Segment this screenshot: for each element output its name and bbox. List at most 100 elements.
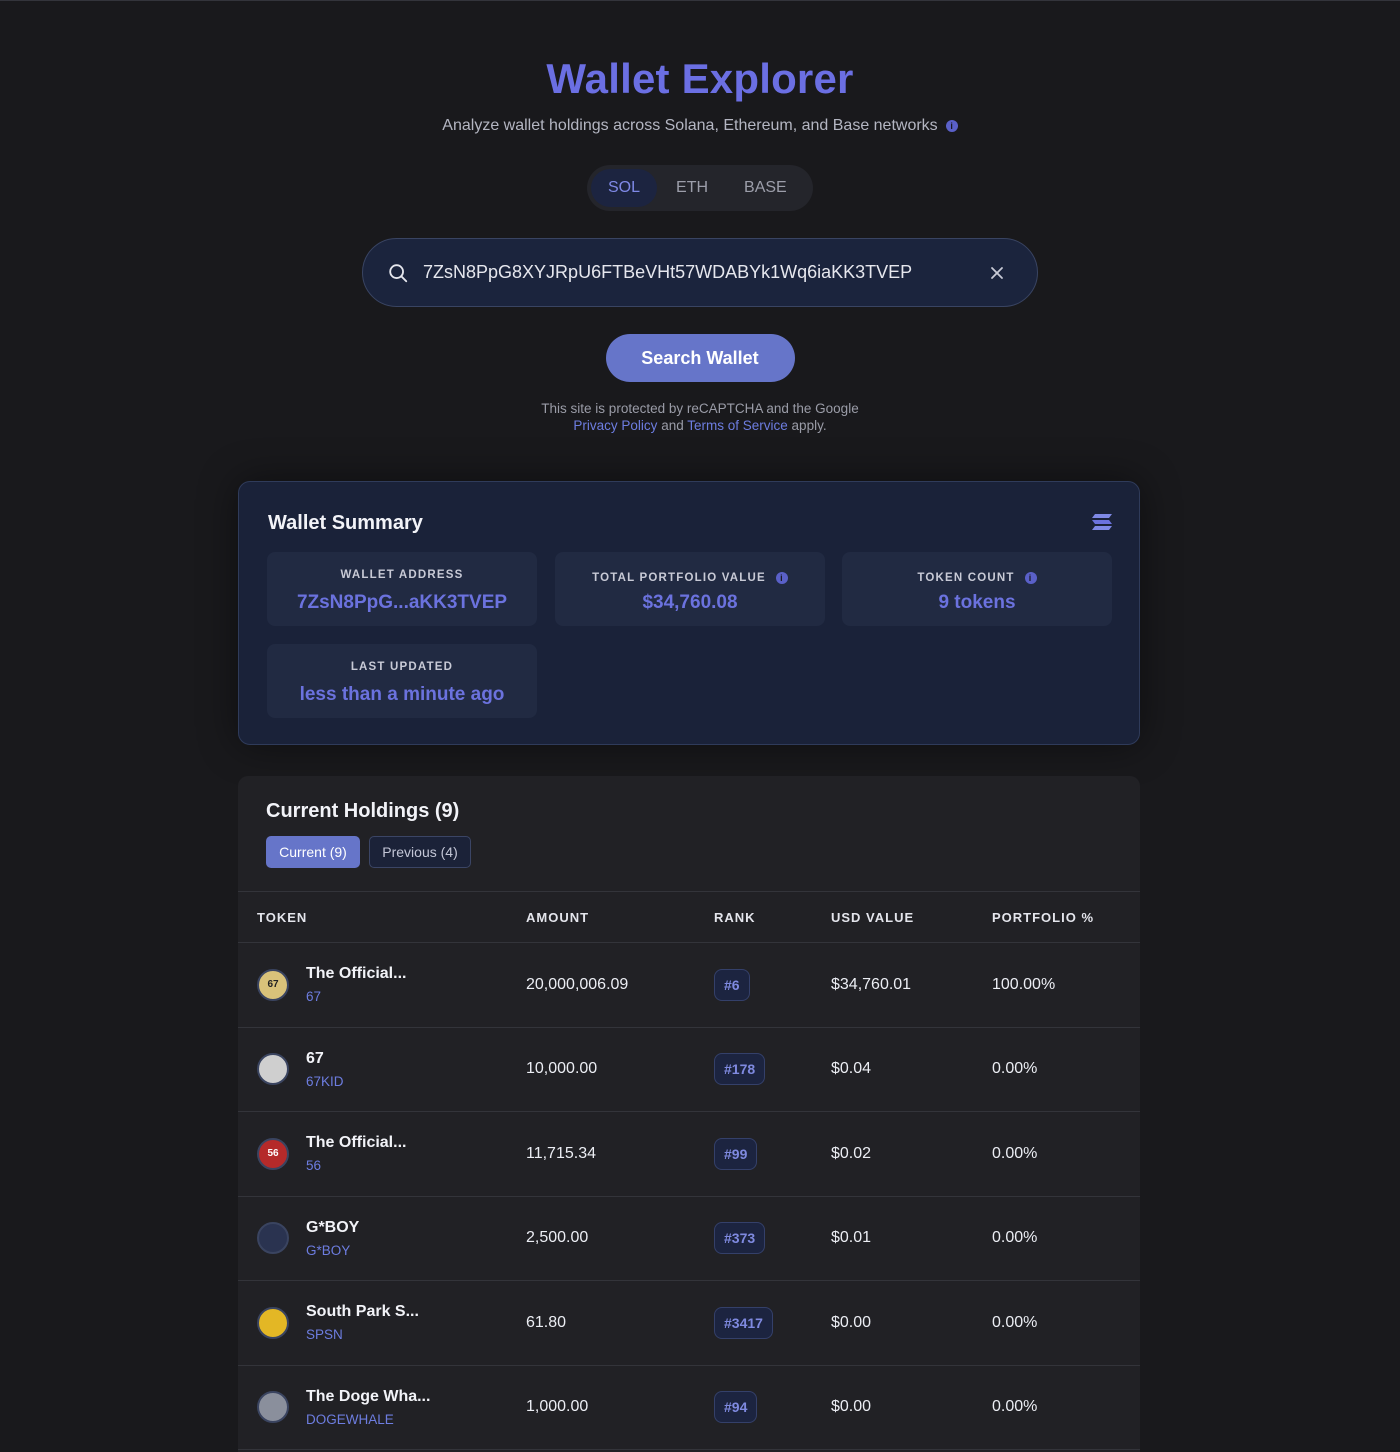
stat-label: TOKEN COUNT i [917,572,1037,584]
total-portfolio-value: $34,760.08 [642,592,738,613]
recaptcha-notice: This site is protected by reCAPTCHA and … [0,400,1400,434]
token-symbol: G*BOY [306,1242,351,1258]
table-row[interactable]: 56 The Official... 56 11,715.34 #99 $0.02… [238,1111,1140,1197]
token-cell: South Park S... SPSN [257,1302,526,1343]
token-name: The Doge Wha... [306,1387,431,1405]
token-amount: 2,500.00 [526,1196,714,1281]
token-cell: 67 67KID [257,1049,526,1090]
token-usd-value: $0.02 [831,1111,992,1197]
table-row[interactable]: The Doge Wha... DOGEWHALE 1,000.00 #94 $0… [238,1365,1140,1450]
rank-badge: #6 [714,968,750,1001]
tab-current-holdings[interactable]: Current (9) [266,836,360,868]
token-portfolio-pct: 0.00% [992,1365,1140,1450]
token-name: G*BOY [306,1218,360,1236]
subtitle-text: Analyze wallet holdings across Solana, E… [442,117,938,134]
token-cell: G*BOY G*BOY [257,1218,526,1259]
rank-badge: #178 [714,1053,766,1086]
token-amount: 1,000.00 [526,1365,714,1450]
token-cell: 56 The Official... 56 [257,1133,526,1174]
info-icon[interactable]: i [945,120,958,132]
token-amount: 11,715.34 [526,1111,714,1197]
table-row[interactable]: 67 The Official... 67 20,000,006.09 #6 $3… [238,942,1140,1028]
network-toggle: SOL ETH BASE [587,165,813,211]
token-symbol: 67KID [306,1073,344,1089]
wallet-address-value: 7ZsN8PpG...aKK3TVEP [296,592,508,613]
table-row[interactable]: 67 67KID 10,000.00 #178 $0.04 0.00% [238,1027,1140,1112]
table-row[interactable]: South Park S... SPSN 61.80 #3417 $0.00 0.… [238,1280,1140,1366]
stat-last-updated: LAST UPDATED less than a minute ago [267,644,537,718]
token-usd-value: $0.01 [831,1196,992,1281]
clear-icon[interactable] [989,265,1005,281]
search-wallet-button[interactable]: Search Wallet [605,334,795,382]
table-row[interactable]: G*BOY G*BOY 2,500.00 #373 $0.01 0.00% [238,1196,1140,1281]
rank-badge: #94 [714,1391,758,1424]
stat-label-text: TOTAL PORTFOLIO VALUE [592,572,766,584]
solana-icon [1092,514,1112,530]
tab-previous-holdings[interactable]: Previous (4) [369,836,471,868]
wallet-summary-card: Wallet Summary WALLET ADDRESS 7ZsN8PpG..… [238,481,1140,745]
token-portfolio-pct: 0.00% [992,1280,1140,1366]
page-title: Wallet Explorer [546,55,854,102]
table-header-row: TOKEN AMOUNT RANK USD VALUE PORTFOLIO % [238,891,1140,943]
network-tab-sol[interactable]: SOL [591,169,658,207]
stat-wallet-address: WALLET ADDRESS 7ZsN8PpG...aKK3TVEP [267,552,537,626]
column-header-usd-value[interactable]: USD VALUE [831,891,992,943]
token-avatar [257,1391,289,1424]
search-box [362,238,1038,307]
token-portfolio-pct: 0.00% [992,1027,1140,1112]
info-icon[interactable]: i [775,572,788,584]
token-symbol: 67 [306,989,322,1005]
stat-label: LAST UPDATED [350,661,454,673]
token-name: The Official... [306,965,407,983]
stat-label-text: TOKEN COUNT [917,572,1015,584]
token-portfolio-pct: 0.00% [992,1111,1140,1197]
token-portfolio-pct: 0.00% [992,1196,1140,1281]
stat-total-portfolio-value: TOTAL PORTFOLIO VALUE i $34,760.08 [555,552,825,626]
column-header-rank[interactable]: RANK [714,891,831,943]
token-avatar: 67 [257,968,289,1001]
column-header-portfolio-pct[interactable]: PORTFOLIO % [992,891,1140,943]
holdings-title: Current Holdings (9) [266,800,460,822]
holdings-card: Current Holdings (9) Current (9) Previou… [238,776,1140,1452]
network-tab-eth[interactable]: ETH [659,169,725,207]
token-name: South Park S... [306,1303,419,1321]
token-avatar: 56 [257,1137,289,1170]
rank-badge: #99 [714,1137,758,1170]
token-name: 67 [306,1049,324,1067]
network-tab-base[interactable]: BASE [727,169,804,207]
token-symbol: DOGEWHALE [306,1411,394,1427]
token-usd-value: $0.00 [831,1280,992,1366]
rank-badge: #3417 [714,1306,773,1339]
last-updated-value: less than a minute ago [299,684,505,705]
token-symbol: SPSN [306,1327,343,1343]
token-cell: The Doge Wha... DOGEWHALE [257,1387,526,1428]
column-header-token[interactable]: TOKEN [238,891,526,943]
stat-label: TOTAL PORTFOLIO VALUE i [592,572,788,584]
holdings-table: TOKEN AMOUNT RANK USD VALUE PORTFOLIO % … [238,891,1140,1450]
info-icon[interactable]: i [1024,572,1037,584]
page-subtitle: Analyze wallet holdings across Solana, E… [442,115,958,137]
wallet-search-input[interactable] [423,262,989,283]
search-icon [389,263,408,282]
token-amount: 20,000,006.09 [526,942,714,1028]
token-amount: 61.80 [526,1280,714,1366]
stat-token-count: TOKEN COUNT i 9 tokens [842,552,1112,626]
token-portfolio-pct: 100.00% [992,942,1140,1028]
recaptcha-and: and [661,418,684,433]
token-count-value: 9 tokens [938,592,1016,613]
token-name: The Official... [306,1134,407,1152]
token-usd-value: $34,760.01 [831,942,992,1028]
token-avatar [257,1053,289,1086]
wallet-summary-title: Wallet Summary [268,512,423,534]
token-cell: 67 The Official... 67 [257,964,526,1005]
token-usd-value: $0.04 [831,1027,992,1112]
token-avatar [257,1306,289,1339]
privacy-policy-link[interactable]: Privacy Policy [573,418,657,433]
recaptcha-apply: apply. [791,418,827,433]
token-avatar [257,1222,289,1255]
column-header-amount[interactable]: AMOUNT [526,891,714,943]
token-usd-value: $0.00 [831,1365,992,1450]
token-symbol: 56 [306,1158,322,1174]
terms-of-service-link[interactable]: Terms of Service [687,418,788,433]
rank-badge: #373 [714,1222,766,1255]
